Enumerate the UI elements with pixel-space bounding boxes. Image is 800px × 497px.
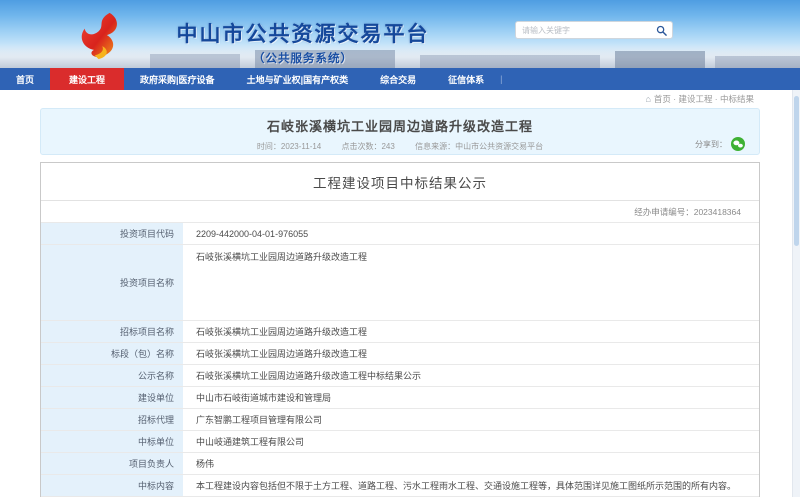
nav-divider: | [500, 68, 502, 90]
field-label: 公示名称 [41, 365, 183, 387]
field-value: 本工程建设内容包括但不限于土方工程、道路工程、污水工程雨水工程、交通设施工程等，… [183, 475, 759, 497]
meta-time-label: 时间： [257, 142, 281, 151]
search-box[interactable] [515, 21, 673, 39]
article-title: 石岐张溪横坑工业园周边道路升级改造工程 [41, 116, 759, 135]
share-row: 分享到： [695, 137, 745, 151]
article-meta: 时间：2023-11-14 点击次数：243 信息来源：中山市公共资源交易平台 [41, 141, 759, 152]
table-row: 中标内容 本工程建设内容包括但不限于土方工程、道路工程、污水工程雨水工程、交通设… [41, 475, 759, 497]
apply-no: 经办申请编号：2023418364 [41, 201, 759, 222]
table-row: 招标项目名称 石岐张溪横坑工业园周边道路升级改造工程 [41, 321, 759, 343]
site-subtitle: （公共服务系统） [158, 50, 448, 66]
nav-item-2[interactable]: 建设工程 [50, 68, 124, 90]
fields-table: 投资项目代码 2209-442000-04-01-976055 投资项目名称 石… [41, 222, 759, 497]
wechat-share-icon[interactable] [731, 137, 745, 151]
breadcrumb[interactable]: ⌂ 首页 · 建设工程 · 中标结果 [0, 90, 800, 107]
field-value: 石岐张溪横坑工业园周边道路升级改造工程 [183, 321, 759, 343]
field-value: 石岐张溪横坑工业园周边道路升级改造工程中标结果公示 [183, 365, 759, 387]
field-value: 2209-442000-04-01-976055 [183, 223, 759, 245]
search-input[interactable] [522, 26, 654, 35]
field-value: 石岐张溪横坑工业园周边道路升级改造工程 [183, 245, 759, 321]
site-brand: 中山市公共资源交易平台 （公共服务系统） [158, 18, 448, 66]
search-icon[interactable] [654, 23, 668, 37]
nav-item-6[interactable]: 征信体系 [432, 68, 500, 90]
table-row: 建设单位 中山市石岐街道城市建设和管理局 [41, 387, 759, 409]
meta-clicks-label: 点击次数： [341, 142, 381, 151]
field-value: 中山市石岐街道城市建设和管理局 [183, 387, 759, 409]
scrollbar-thumb[interactable] [794, 96, 799, 246]
nav-item-5[interactable]: 综合交易 [364, 68, 432, 90]
field-label: 投资项目名称 [41, 245, 183, 321]
field-value: 杨伟 [183, 453, 759, 475]
field-label: 投资项目代码 [41, 223, 183, 245]
meta-source-value: 中山市公共资源交易平台 [455, 142, 543, 151]
field-value: 广东智鹏工程项目管理有限公司 [183, 409, 759, 431]
nav-item-3[interactable]: 政府采购|医疗设备 [124, 68, 231, 90]
field-label: 招标代理 [41, 409, 183, 431]
nav-item-4[interactable]: 土地与矿业权|国有产权类 [231, 68, 365, 90]
breadcrumb-text: 首页 · 建设工程 · 中标结果 [654, 93, 754, 105]
meta-clicks-value: 243 [381, 142, 394, 151]
site-header: 中山市公共资源交易平台 （公共服务系统） [0, 0, 800, 68]
building-silhouette [715, 56, 800, 68]
meta-source-label: 信息来源： [415, 142, 455, 151]
nav-item-1[interactable]: 首页 [0, 68, 50, 90]
page: 中山市公共资源交易平台 （公共服务系统） 首页 建设工程 政府采购|医疗设备 土… [0, 0, 800, 497]
table-row: 投资项目代码 2209-442000-04-01-976055 [41, 223, 759, 245]
main-nav: 首页 建设工程 政府采购|医疗设备 土地与矿业权|国有产权类 综合交易 征信体系… [0, 68, 800, 90]
notice-box: 工程建设项目中标结果公示 经办申请编号：2023418364 投资项目代码 22… [40, 162, 760, 497]
apply-no-label: 经办申请编号： [634, 207, 694, 217]
home-icon: ⌂ [645, 94, 650, 104]
field-value: 石岐张溪横坑工业园周边道路升级改造工程 [183, 343, 759, 365]
building-silhouette [615, 51, 705, 68]
meta-time-value: 2023-11-14 [281, 142, 321, 151]
field-value: 中山岐通建筑工程有限公司 [183, 431, 759, 453]
field-label: 中标单位 [41, 431, 183, 453]
field-label: 项目负责人 [41, 453, 183, 475]
site-logo-flame-icon [76, 12, 134, 65]
table-row: 项目负责人 杨伟 [41, 453, 759, 475]
table-row: 中标单位 中山岐通建筑工程有限公司 [41, 431, 759, 453]
field-label: 中标内容 [41, 475, 183, 497]
apply-no-value: 2023418364 [694, 207, 741, 217]
notice-title: 工程建设项目中标结果公示 [41, 163, 759, 201]
field-label: 标段（包）名称 [41, 343, 183, 365]
table-row: 招标代理 广东智鹏工程项目管理有限公司 [41, 409, 759, 431]
table-row: 投资项目名称 石岐张溪横坑工业园周边道路升级改造工程 [41, 245, 759, 321]
share-label: 分享到： [695, 139, 727, 150]
field-label: 建设单位 [41, 387, 183, 409]
vertical-scrollbar[interactable] [792, 90, 800, 497]
table-row: 公示名称 石岐张溪横坑工业园周边道路升级改造工程中标结果公示 [41, 365, 759, 387]
site-title: 中山市公共资源交易平台 [158, 18, 448, 48]
article-header-box: 石岐张溪横坑工业园周边道路升级改造工程 时间：2023-11-14 点击次数：2… [40, 108, 760, 155]
field-label: 招标项目名称 [41, 321, 183, 343]
table-row: 标段（包）名称 石岐张溪横坑工业园周边道路升级改造工程 [41, 343, 759, 365]
